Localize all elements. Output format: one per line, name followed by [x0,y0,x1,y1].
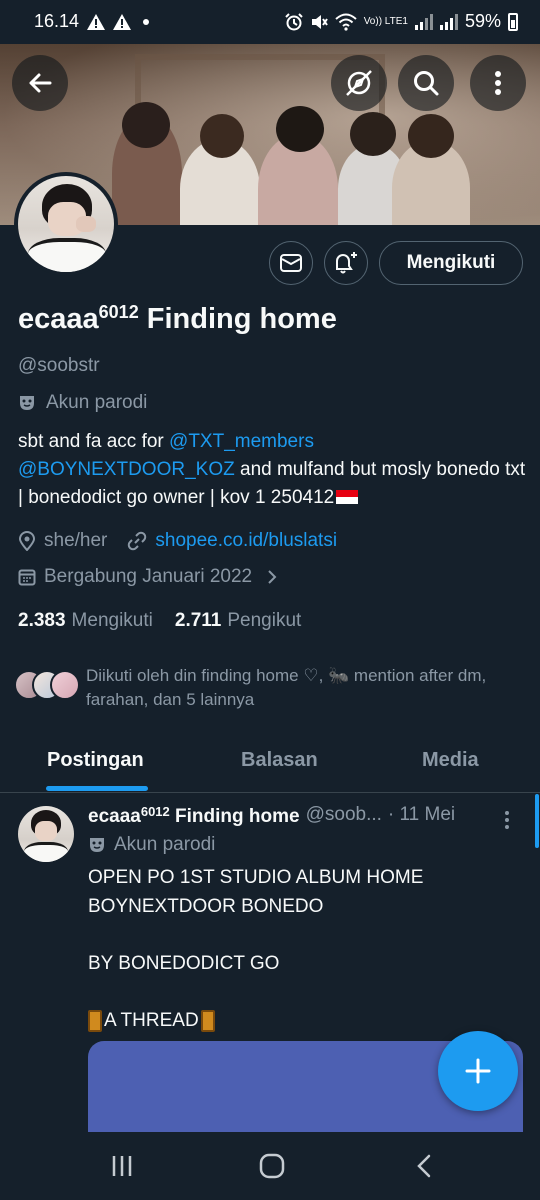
tab-balasan[interactable]: Balasan [241,749,318,772]
website-link[interactable]: shopee.co.id/bluslatsi [155,530,337,552]
post-author-suffix: Finding home [169,806,300,827]
avatar [50,670,80,700]
notifications-button[interactable] [324,241,368,285]
post-line-empty [88,978,528,1007]
battery-percent: 59% [464,11,501,31]
profile-avatar[interactable] [14,172,118,276]
display-name-text: ecaaa [18,303,99,335]
profile-display-name: ecaaa6012 Finding home [18,302,337,336]
back-button[interactable] [12,55,68,111]
search-button[interactable] [398,55,454,111]
thread-label: A THREAD [104,1009,199,1031]
explore-off-icon [346,70,372,96]
bell-plus-icon [336,252,357,274]
system-nav-bar [0,1132,540,1200]
signal-icon [439,13,458,30]
joined-row[interactable]: Bergabung Januari 2022 [18,566,278,588]
profile-meta-row: she/her shopee.co.id/bluslatsi [18,530,337,552]
chevron-left-icon [417,1154,431,1178]
indonesia-flag-icon [336,490,359,504]
joined-text: Bergabung Januari 2022 [44,566,253,587]
door-icon [88,1009,102,1032]
post-line-thread: A THREAD [88,1007,528,1036]
followed-by-row[interactable]: Diikuti oleh din finding home ♡, 🐜 menti… [14,664,530,712]
mask-icon [90,838,104,852]
more-button[interactable] [470,55,526,111]
profile-handle: @soobstr [18,355,100,376]
followers-count-link[interactable]: 2.711 Pengikut [175,610,301,632]
post-line-empty [88,921,528,950]
signal-icon [414,13,433,30]
mask-icon [20,396,34,410]
wifi-icon [335,13,357,31]
profile-tabs: Postingan Balasan Media [0,735,540,793]
status-time: 16.14 [34,11,80,31]
post-header: ecaaa6012 Finding home @soob... · 11 Mei [88,804,455,828]
warning-icon [87,13,106,30]
recent-apps-icon [112,1156,132,1176]
location-pin-icon [18,531,36,551]
following-count: 2.383 [18,610,66,631]
link-icon [128,531,147,551]
post-parody-text: Akun parodi [114,834,216,855]
post-author-avatar[interactable] [18,806,74,862]
post-line: OPEN PO 1ST STUDIO ALBUM HOME [88,867,424,888]
network-label: Vo)) LTE1 [363,15,408,27]
door-icon [200,1009,215,1032]
following-count-link[interactable]: 2.383 Mengikuti [18,610,153,632]
scrollbar-thumb[interactable] [535,794,539,848]
home-button[interactable] [252,1150,292,1182]
pronouns-text: she/her [44,530,108,551]
mail-icon [280,254,302,272]
home-icon [259,1153,285,1179]
alarm-icon [284,12,303,30]
battery-icon [508,12,518,31]
following-label: Mengikuti [71,610,153,631]
followers-count: 2.711 [174,610,222,631]
post-handle: @soob... [305,804,382,825]
followed-by-text: Diikuti oleh din finding home ♡, 🐜 menti… [86,666,487,709]
display-name-sup: 6012 [98,302,139,322]
post-more-button[interactable] [504,810,510,835]
bio-text: sbt and fa acc for [18,431,170,452]
tab-media[interactable]: Media [422,749,479,772]
search-icon [414,71,439,96]
notification-dot [143,18,150,25]
bio-mention-link[interactable]: @TXT_members [169,431,314,452]
post-line: BY BONEDODICT GO [88,952,280,974]
back-nav-button[interactable] [404,1150,444,1182]
more-vertical-icon [505,811,509,829]
parody-text: Akun parodi [46,392,148,413]
post-parody-label: Akun parodi [88,834,215,856]
calendar-icon [18,569,36,586]
post-date: · 11 Mei [387,804,456,825]
tab-postingan[interactable]: Postingan [47,749,144,772]
plus-icon [465,1058,491,1084]
display-name-suffix: Finding home [138,303,337,335]
mute-icon [311,14,328,29]
recent-apps-button[interactable] [102,1150,142,1182]
post-author-name[interactable]: ecaaa6012 Finding home [88,804,300,828]
explore-button[interactable] [331,55,387,111]
profile-bio: sbt and fa acc for @TXT_members @BOYNEXT… [18,428,528,512]
follow-counts: 2.383 Mengikuti 2.711 Pengikut [18,610,301,632]
arrow-left-icon [29,73,52,93]
tab-indicator [46,786,148,791]
parody-label: Akun parodi [18,392,147,414]
post-author-sup: 6012 [140,804,170,819]
chevron-right-icon [268,570,277,584]
following-button[interactable]: Mengikuti [379,241,523,285]
post-author-text: ecaaa [88,806,141,827]
follower-avatars [14,670,80,706]
message-button[interactable] [269,241,313,285]
warning-icon [113,13,132,30]
post-line: BOYNEXTDOOR BONEDO [88,895,324,917]
followers-label: Pengikut [227,610,302,631]
bio-mention-link[interactable]: @BOYNEXTDOOR_KOZ [18,459,235,480]
compose-button[interactable] [438,1031,518,1111]
more-vertical-icon [495,71,501,95]
status-bar: 16.14 Vo)) LTE1 59% [0,0,540,44]
post-text: OPEN PO 1ST STUDIO ALBUM HOME BOYNEXTDOO… [88,864,528,1035]
